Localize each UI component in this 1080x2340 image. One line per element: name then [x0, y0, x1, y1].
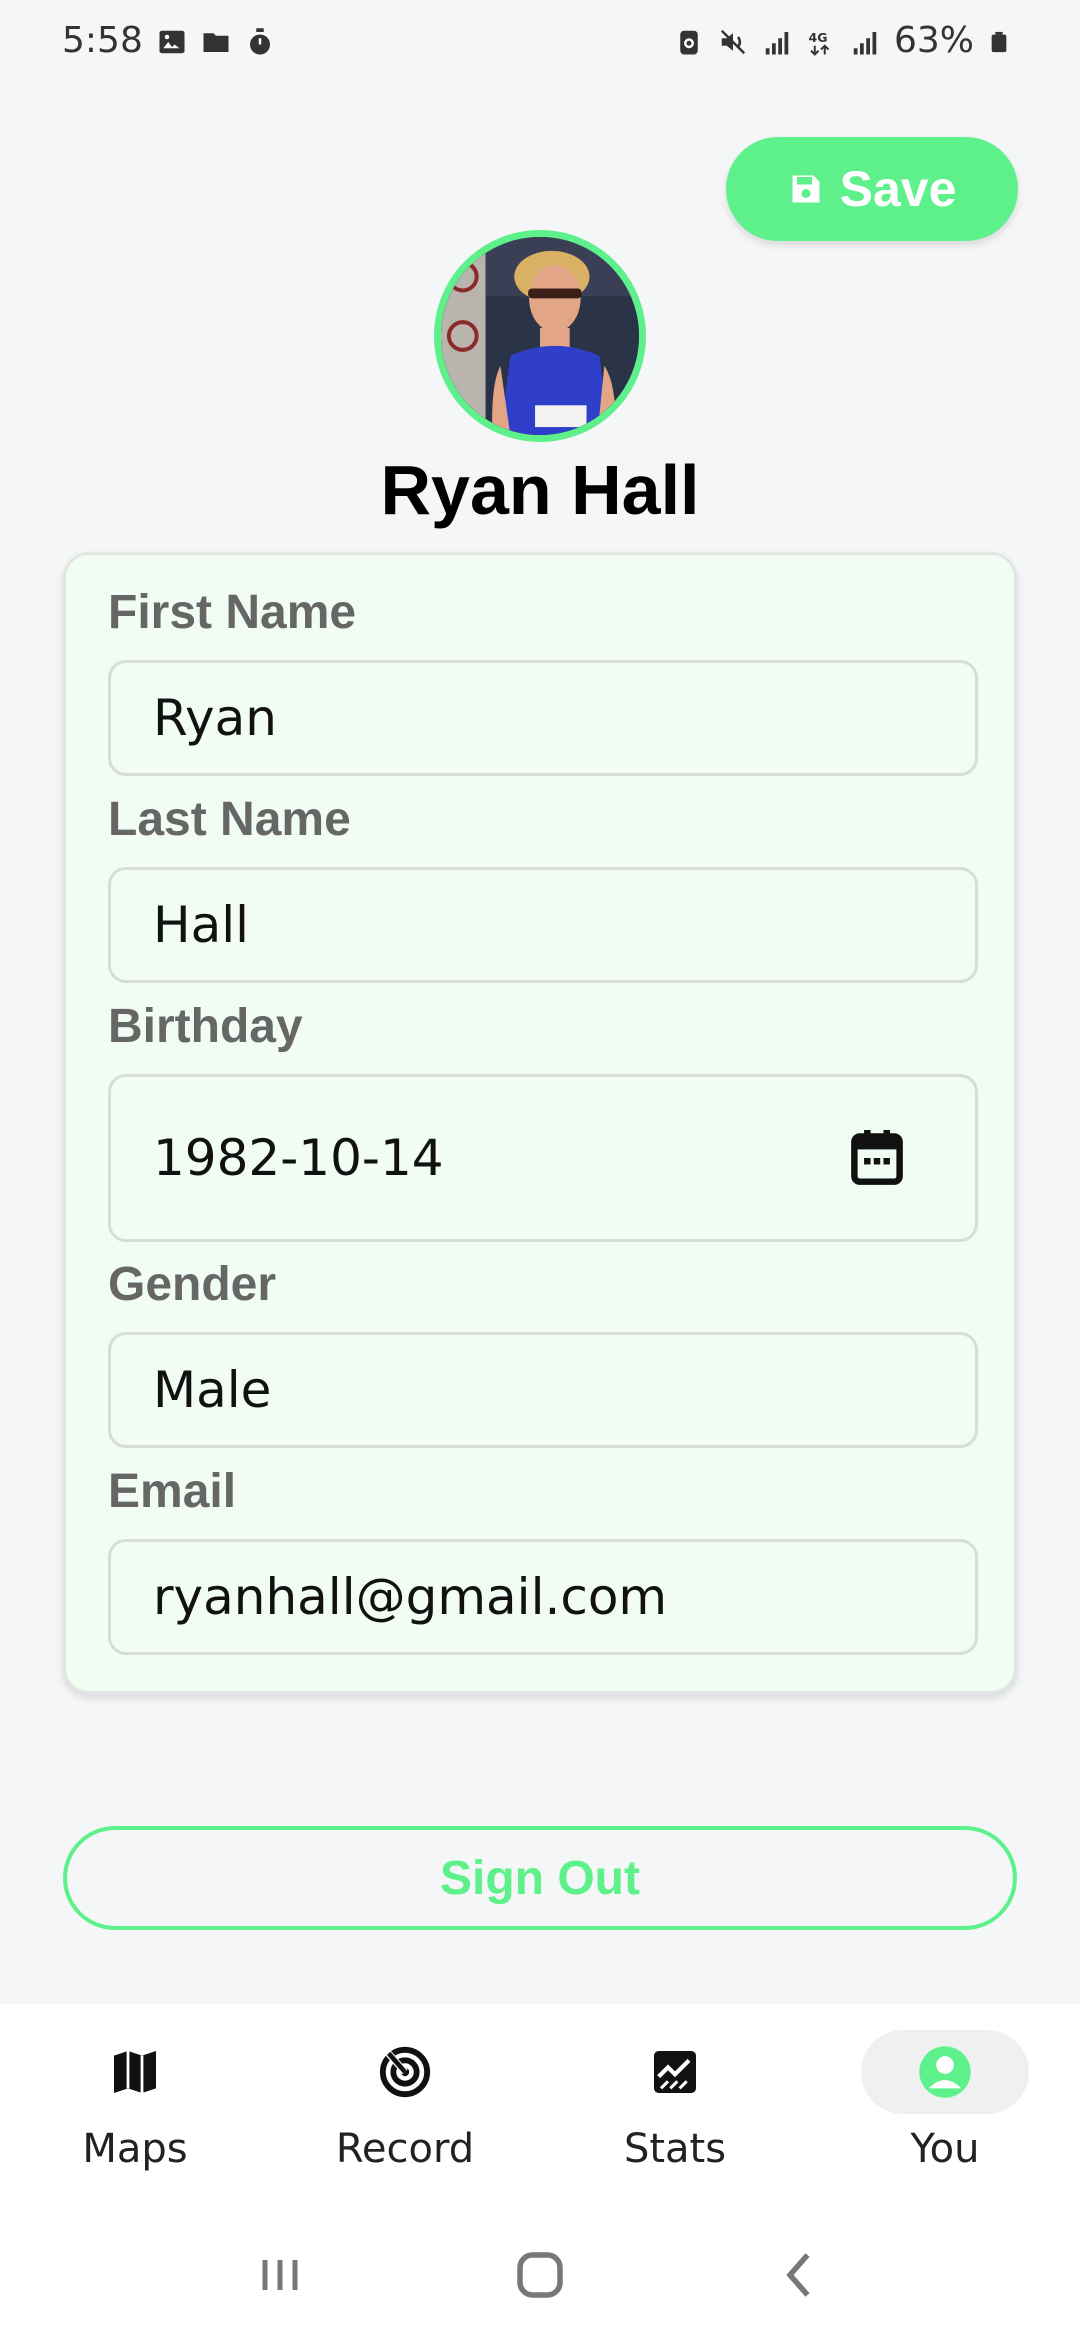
calendar-icon[interactable]	[851, 1130, 903, 1186]
email-field[interactable]: ryanhall@gmail.com	[108, 1539, 978, 1655]
back-icon	[786, 2252, 810, 2297]
status-bar: 5:58 4G 63%	[0, 0, 1080, 80]
save-button[interactable]: Save	[726, 137, 1018, 241]
floppy-disk-icon	[792, 175, 820, 203]
signal-icon	[762, 25, 792, 55]
gallery-icon	[157, 25, 187, 55]
person-icon	[919, 2046, 971, 2098]
status-right: 4G 63%	[674, 20, 1018, 61]
sign-out-label: Sign Out	[440, 1851, 640, 1905]
gender-value: Male	[153, 1361, 272, 1419]
birthday-value: 1982-10-14	[153, 1129, 444, 1187]
profile-name: Ryan Hall	[380, 451, 700, 529]
signal-2-icon	[850, 25, 880, 55]
battery-icon	[988, 25, 1018, 55]
bottom-nav: Maps Record Stats You	[0, 2004, 1080, 2214]
map-icon	[114, 2051, 156, 2093]
home-button[interactable]	[510, 2245, 570, 2310]
home-icon	[517, 2251, 563, 2298]
profile-form-card: First Name Ryan Last Name Hall Birthday …	[63, 552, 1017, 1694]
svg-text:4G: 4G	[808, 30, 827, 45]
nav-label-you: You	[910, 2126, 980, 2172]
battery-percent: 63%	[893, 19, 974, 61]
stats-icon	[654, 2051, 696, 2093]
data-saver-icon	[674, 25, 704, 55]
recents-button[interactable]	[250, 2245, 310, 2310]
nav-item-record[interactable]: Record	[270, 2004, 540, 2214]
status-time: 5:58	[62, 19, 143, 61]
nav-label-record: Record	[335, 2126, 475, 2172]
sign-out-button[interactable]: Sign Out	[63, 1826, 1017, 1930]
nav-item-you[interactable]: You	[810, 2004, 1080, 2214]
save-button-label: Save	[839, 161, 957, 217]
avatar[interactable]	[434, 230, 646, 442]
first-name-label: First Name	[108, 586, 357, 639]
last-name-value: Hall	[153, 896, 250, 954]
nav-item-stats[interactable]: Stats	[540, 2004, 810, 2214]
mute-icon	[718, 25, 748, 55]
gender-label: Gender	[108, 1258, 277, 1311]
last-name-field[interactable]: Hall	[108, 867, 978, 983]
first-name-value: Ryan	[153, 689, 277, 747]
birthday-field[interactable]: 1982-10-14	[108, 1074, 978, 1242]
email-label: Email	[108, 1465, 237, 1518]
last-name-label: Last Name	[108, 793, 351, 846]
nav-label-stats: Stats	[623, 2126, 727, 2172]
back-button[interactable]	[770, 2245, 830, 2310]
status-left: 5:58	[62, 20, 275, 61]
system-nav-bar	[0, 2214, 1080, 2340]
nav-item-maps[interactable]: Maps	[0, 2004, 270, 2214]
timer-icon	[245, 25, 275, 55]
lte-icon: 4G	[806, 25, 836, 56]
folder-icon	[201, 25, 231, 55]
nav-label-maps: Maps	[82, 2126, 188, 2172]
record-icon	[379, 2046, 431, 2098]
first-name-field[interactable]: Ryan	[108, 660, 978, 776]
birthday-label: Birthday	[108, 1000, 303, 1053]
gender-field[interactable]: Male	[108, 1332, 978, 1448]
recents-icon	[262, 2259, 298, 2290]
email-value: ryanhall@gmail.com	[153, 1568, 668, 1626]
